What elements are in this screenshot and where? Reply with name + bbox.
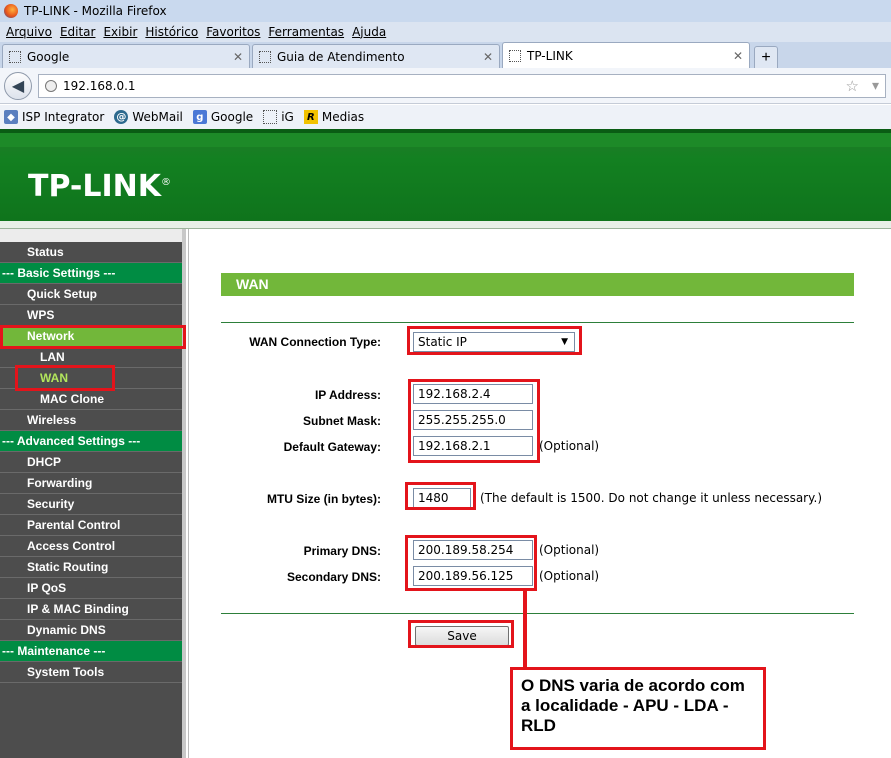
subnet-mask-label: Subnet Mask:	[302, 414, 381, 428]
secondary-dns-label: Secondary DNS:	[286, 570, 381, 584]
google-icon: g	[192, 110, 207, 124]
router-sidebar-menu: Status --- Basic Settings --- Quick Setu…	[0, 229, 186, 758]
close-icon[interactable]: ✕	[233, 50, 243, 64]
page-favicon-icon	[509, 49, 521, 62]
tab-google[interactable]: Google ✕	[2, 44, 250, 68]
page-title: WAN	[221, 273, 854, 296]
sidebar-item-wireless[interactable]: Wireless	[0, 410, 182, 431]
window-titlebar: TP-LINK - Mozilla Firefox	[0, 0, 891, 22]
sidebar-item-ip-qos[interactable]: IP QoS	[0, 578, 182, 599]
sidebar-item-access-control[interactable]: Access Control	[0, 536, 182, 557]
highlight-mtu-field	[405, 482, 476, 510]
new-tab-button[interactable]: +	[754, 46, 778, 68]
conn-type-label: WAN Connection Type:	[249, 335, 381, 349]
menu-arquivo[interactable]: Arquivo	[2, 25, 56, 39]
bookmarks-toolbar: ◆ ISP Integrator @ WebMail g Google iG R…	[0, 105, 891, 129]
sidebar-item-security[interactable]: Security	[0, 494, 182, 515]
primary-dns-optional-note: (Optional)	[539, 543, 600, 557]
bookmark-label: iG	[281, 110, 294, 124]
highlight-network-menu	[0, 325, 186, 349]
webmail-icon: @	[114, 110, 129, 124]
bookmark-star-icon[interactable]: ☆	[846, 77, 859, 95]
sidebar-item-forwarding[interactable]: Forwarding	[0, 473, 182, 494]
sidebar-top-spacer	[0, 229, 186, 242]
highlight-connection-type	[407, 326, 582, 355]
menu-exibir[interactable]: Exibir	[99, 25, 141, 39]
highlight-save-button	[408, 620, 514, 648]
tab-label: Guia de Atendimento	[277, 49, 405, 64]
sidebar-section-basic-settings: --- Basic Settings ---	[0, 263, 182, 284]
globe-icon	[45, 79, 57, 92]
url-bar[interactable]: 192.168.0.1 ☆ ▾	[38, 73, 886, 98]
page-favicon-icon	[259, 50, 271, 63]
sidebar-section-advanced-settings: --- Advanced Settings ---	[0, 431, 182, 452]
default-gateway-label: Default Gateway:	[283, 440, 381, 454]
header-stripe	[0, 133, 891, 147]
sidebar-item-quick-setup[interactable]: Quick Setup	[0, 284, 182, 305]
mtu-note: (The default is 1500. Do not change it u…	[480, 491, 823, 505]
tab-tp-link[interactable]: TP-LINK ✕	[502, 42, 750, 68]
divider-bottom	[221, 613, 854, 614]
navigation-bar: ◀ 192.168.0.1 ☆ ▾	[0, 68, 891, 104]
isp-icon: ◆	[4, 110, 18, 124]
secondary-dns-optional-note: (Optional)	[539, 569, 600, 583]
bookmark-ig[interactable]: iG	[263, 110, 294, 124]
highlight-ip-fields	[408, 379, 540, 463]
tab-label: TP-LINK	[527, 48, 573, 63]
callout-connector-line	[523, 589, 527, 667]
page-favicon-icon	[9, 50, 21, 63]
sidebar-item-status[interactable]: Status	[0, 242, 182, 263]
menu-ajuda[interactable]: Ajuda	[348, 25, 390, 39]
dns-annotation-callout: O DNS varia de acordo com a localidade -…	[510, 667, 766, 750]
header-divider	[0, 221, 891, 229]
sidebar-item-static-routing[interactable]: Static Routing	[0, 557, 182, 578]
mtu-size-label: MTU Size (in bytes):	[266, 492, 381, 506]
menu-ferramentas[interactable]: Ferramentas	[264, 25, 348, 39]
reload-icon[interactable]: ▾	[872, 78, 879, 94]
arrow-left-icon: ◀	[11, 77, 25, 95]
menu-editar[interactable]: Editar	[56, 25, 100, 39]
tab-label: Google	[27, 49, 70, 64]
sidebar-section-maintenance: --- Maintenance ---	[0, 641, 182, 662]
divider-top	[221, 322, 854, 323]
bookmark-label: WebMail	[132, 110, 183, 124]
tp-link-logo: TP-LINK®	[28, 169, 172, 204]
back-button[interactable]: ◀	[4, 71, 32, 100]
router-header-banner: TP-LINK®	[0, 129, 891, 221]
close-icon[interactable]: ✕	[733, 49, 743, 63]
gateway-optional-note: (Optional)	[539, 439, 600, 453]
bookmark-label: Medias	[321, 110, 365, 124]
firefox-logo-icon	[4, 4, 18, 18]
menu-historico[interactable]: Histórico	[141, 25, 202, 39]
ip-address-label: IP Address:	[314, 388, 381, 402]
medias-icon: R	[303, 110, 318, 124]
bookmark-google[interactable]: g Google	[192, 110, 254, 124]
sidebar-item-dynamic-dns[interactable]: Dynamic DNS	[0, 620, 182, 641]
bookmark-medias[interactable]: R Medias	[303, 110, 365, 124]
bookmark-label: ISP Integrator	[22, 110, 105, 124]
tab-strip: Google ✕ Guia de Atendimento ✕ TP-LINK ✕…	[0, 42, 891, 68]
bookmark-label: Google	[210, 110, 254, 124]
sidebar-rail	[182, 229, 186, 758]
sidebar-item-mac-clone[interactable]: MAC Clone	[0, 389, 182, 410]
menu-favoritos[interactable]: Favoritos	[202, 25, 264, 39]
bookmark-isp-integrator[interactable]: ◆ ISP Integrator	[4, 110, 104, 124]
highlight-wan-menu	[15, 365, 115, 391]
window-title: TP-LINK - Mozilla Firefox	[24, 4, 167, 18]
tab-guia-de-atendimento[interactable]: Guia de Atendimento ✕	[252, 44, 500, 68]
sidebar-item-dhcp[interactable]: DHCP	[0, 452, 182, 473]
primary-dns-label: Primary DNS:	[303, 544, 381, 558]
sidebar-item-parental-control[interactable]: Parental Control	[0, 515, 182, 536]
bookmark-webmail[interactable]: @ WebMail	[114, 110, 183, 124]
highlight-dns-fields	[405, 535, 537, 591]
sidebar-item-system-tools[interactable]: System Tools	[0, 662, 182, 683]
url-text: 192.168.0.1	[63, 78, 136, 93]
browser-menubar: Arquivo Editar Exibir Histórico Favorito…	[0, 22, 891, 42]
sidebar-item-wps[interactable]: WPS	[0, 305, 182, 326]
close-icon[interactable]: ✕	[483, 50, 493, 64]
ig-icon	[263, 110, 278, 124]
sidebar-item-ip-mac-binding[interactable]: IP & MAC Binding	[0, 599, 182, 620]
